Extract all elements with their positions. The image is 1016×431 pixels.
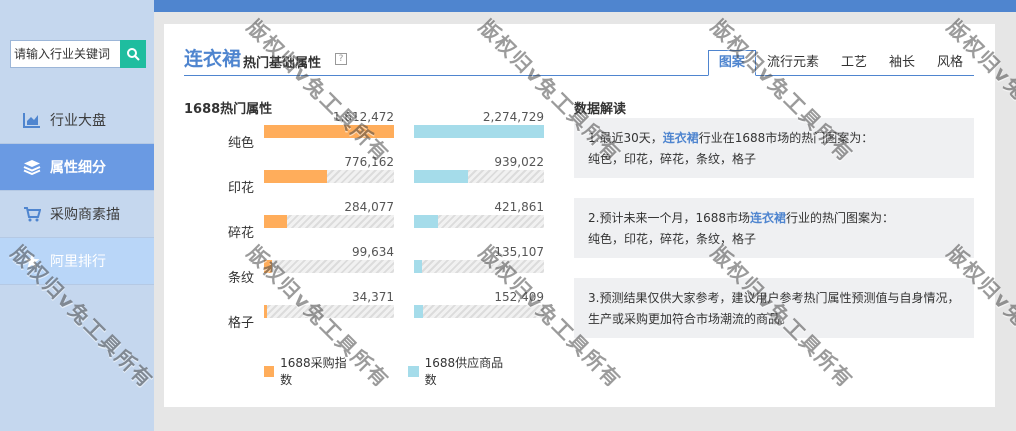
data-label: 34,371 (352, 290, 394, 304)
data-label: 99,634 (352, 245, 394, 259)
star-icon (22, 251, 42, 271)
bar-track (414, 260, 544, 273)
insight-text: 1.最近30天， (588, 131, 663, 145)
search-box (10, 40, 146, 68)
attribute-tabs: 图案 流行元素 工艺 袖长 风格 (707, 50, 974, 76)
sidebar-item-ali-ranking[interactable]: 阿里排行 (0, 238, 154, 285)
bar[interactable] (414, 215, 439, 228)
category-title: 连衣裙 (184, 48, 242, 70)
row-label: 碎花 (227, 226, 254, 241)
insight-text: 行业在1688市场的热门图案为： (698, 131, 874, 145)
sidebar-item-label: 属性细分 (50, 160, 106, 176)
bar[interactable] (264, 305, 267, 318)
search-input[interactable] (10, 40, 120, 68)
insight-card: 2.预计未来一个月，1688市场连衣裙行业的热门图案为： 纯色，印花，碎花，条纹… (574, 198, 974, 258)
panel-header: 连衣裙 热门基础属性 ? 图案 流行元素 工艺 袖长 风格 (184, 42, 974, 76)
sidebar-item-label: 行业大盘 (50, 113, 106, 129)
data-label: 939,022 (494, 155, 544, 169)
row-label: 纯色 (227, 136, 254, 151)
row-label: 格子 (227, 316, 254, 331)
insight-values: 纯色，印花，碎花，条纹，格子 (588, 232, 757, 246)
sidebar-item-buyer-profile[interactable]: 采购商素描 (0, 191, 154, 238)
category-highlight[interactable]: 连衣裙 (750, 211, 786, 225)
bar[interactable] (414, 260, 422, 273)
data-label: 776,162 (344, 155, 394, 169)
insight-line: 1.最近30天，连衣裙行业在1688市场的热门图案为： (588, 128, 960, 149)
tab-style[interactable]: 风格 (926, 50, 974, 76)
tab-craft[interactable]: 工艺 (830, 50, 878, 76)
bar[interactable] (414, 125, 544, 138)
legend-item: 1688采购指数 (264, 354, 352, 388)
insight-values: 纯色，印花，碎花，条纹，格子 (588, 152, 757, 166)
bar-track (264, 170, 394, 183)
sidebar: 行业大盘 属性细分 采购商素描 阿里排行 (0, 0, 154, 431)
sidebar-nav: 行业大盘 属性细分 采购商素描 阿里排行 (0, 97, 154, 285)
tab-sleeve-length[interactable]: 袖长 (878, 50, 926, 76)
chart-title: 1688热门属性 (184, 102, 273, 117)
legend-swatch (264, 365, 275, 377)
bar[interactable] (414, 170, 468, 183)
sidebar-item-label: 阿里排行 (50, 254, 106, 270)
legend-label: 1688采购指数 (280, 356, 347, 387)
data-label: 284,077 (344, 200, 394, 214)
sidebar-item-label: 采购商素描 (50, 207, 120, 223)
tab-pattern[interactable]: 图案 (707, 50, 756, 76)
insights-title: 数据解读 (574, 102, 627, 117)
data-label: 2,274,729 (482, 110, 544, 124)
legend-item: 1688供应商品数 (408, 354, 508, 388)
category-highlight[interactable]: 连衣裙 (663, 131, 699, 145)
chart-icon (22, 110, 42, 130)
help-icon[interactable]: ? (335, 53, 347, 65)
row-label: 印花 (227, 181, 254, 196)
data-label: 152,409 (494, 290, 544, 304)
bar-track (414, 170, 544, 183)
bar[interactable] (264, 170, 327, 183)
bar-track (414, 305, 544, 318)
sidebar-item-industry-overview[interactable]: 行业大盘 (0, 97, 154, 144)
insight-card: 1.最近30天，连衣裙行业在1688市场的热门图案为： 纯色，印花，碎花，条纹，… (574, 118, 974, 178)
search-icon (127, 48, 140, 61)
bar-track (264, 215, 394, 228)
bar-track (414, 215, 544, 228)
attribute-bar-chart: 纯色 1,612,472 2,274,729 印花 776,162 939,022 碎花 28… (204, 110, 564, 388)
bar-track (264, 305, 394, 318)
insight-line: 2.预计未来一个月，1688市场连衣裙行业的热门图案为： (588, 208, 960, 229)
chart-legend: 1688采购指数 1688供应商品数 (264, 354, 564, 388)
data-label: 421,861 (494, 200, 544, 214)
row-label: 条纹 (227, 271, 254, 286)
search-button[interactable] (120, 40, 146, 68)
data-label: 1,612,472 (332, 110, 394, 124)
tab-trend-elements[interactable]: 流行元素 (756, 50, 830, 76)
insight-card: 3.预测结果仅供大家参考，建议用户参考热门属性预测值与自身情况，生产或采购更加符… (574, 278, 974, 338)
section-subtitle: 热门基础属性 (243, 56, 322, 71)
bar-track (264, 125, 394, 138)
bar-track (264, 260, 394, 273)
insight-text: 行业的热门图案为： (786, 211, 895, 225)
layers-icon (22, 157, 42, 177)
cart-icon (22, 204, 42, 224)
legend-swatch (408, 365, 419, 377)
insight-text: 3.预测结果仅供大家参考，建议用户参考热门属性预测值与自身情况，生产或采购更加符… (588, 291, 960, 326)
bar-track (414, 125, 544, 138)
bar[interactable] (414, 305, 423, 318)
sidebar-item-attribute-breakdown[interactable]: 属性细分 (0, 144, 154, 191)
bar[interactable] (264, 260, 273, 273)
data-label: 135,107 (494, 245, 544, 259)
bar[interactable] (264, 125, 394, 138)
attributes-panel: 连衣裙 热门基础属性 ? 图案 流行元素 工艺 袖长 风格 1688热门属性 纯… (164, 24, 995, 407)
bar[interactable] (264, 215, 287, 228)
legend-label: 1688供应商品数 (424, 356, 504, 387)
insight-text: 2.预计未来一个月，1688市场 (588, 211, 750, 225)
